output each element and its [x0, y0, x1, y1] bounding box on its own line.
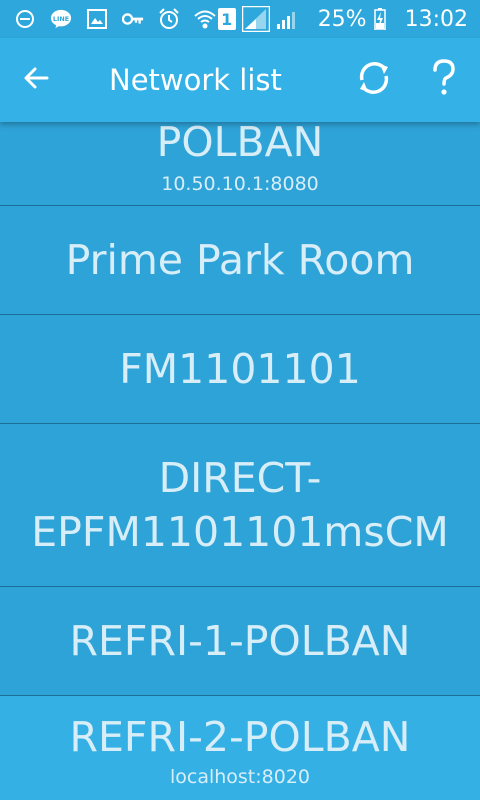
network-name-line-1: DIRECT-: [158, 454, 322, 502]
status-bar: LINE 1 25% 13:02: [0, 0, 480, 38]
alarm-icon: [158, 8, 180, 30]
app-bar: Network list: [0, 38, 480, 122]
page-title: Network list: [109, 63, 282, 97]
list-item[interactable]: FM1101101: [0, 315, 480, 424]
sim-slot-badge: 1: [217, 8, 236, 30]
line-app-icon: LINE: [50, 8, 72, 30]
svg-text:LINE: LINE: [53, 15, 69, 23]
clock: 13:02: [404, 6, 468, 32]
network-address: 10.50.10.1:8080: [161, 172, 319, 195]
network-name: Prime Park Room: [65, 236, 415, 284]
vpn-key-icon: [122, 8, 144, 30]
refresh-button[interactable]: [348, 52, 400, 108]
network-list: POLBAN 10.50.10.1:8080 Prime Park Room F…: [0, 122, 480, 800]
signal-strength-icon: [241, 6, 270, 32]
list-item[interactable]: Prime Park Room: [0, 206, 480, 315]
arrow-back-icon: [23, 66, 49, 94]
question-mark-icon: [429, 58, 459, 102]
list-item[interactable]: REFRI-1-POLBAN: [0, 587, 480, 696]
network-name: FM1101101: [119, 345, 361, 393]
battery-charging-icon: [373, 8, 387, 30]
signal-bars-icon: [276, 8, 298, 30]
help-button[interactable]: [418, 52, 470, 108]
network-name: REFRI-2-POLBAN: [69, 713, 411, 761]
battery-percent: 25%: [317, 6, 367, 32]
network-address: localhost:8020: [169, 766, 311, 788]
list-item[interactable]: DIRECT- EPFM1101101msCM: [0, 424, 480, 587]
network-name: REFRI-1-POLBAN: [69, 617, 411, 665]
gallery-icon: [86, 8, 108, 30]
network-name: POLBAN: [156, 122, 324, 166]
list-item[interactable]: POLBAN 10.50.10.1:8080: [0, 122, 480, 206]
network-name-line-2: EPFM1101101msCM: [31, 508, 449, 556]
refresh-icon: [354, 58, 394, 102]
list-item[interactable]: REFRI-2-POLBAN localhost:8020: [0, 696, 480, 800]
back-button[interactable]: [0, 38, 72, 122]
wifi-icon: [194, 8, 216, 30]
do-not-disturb-icon: [14, 8, 36, 30]
